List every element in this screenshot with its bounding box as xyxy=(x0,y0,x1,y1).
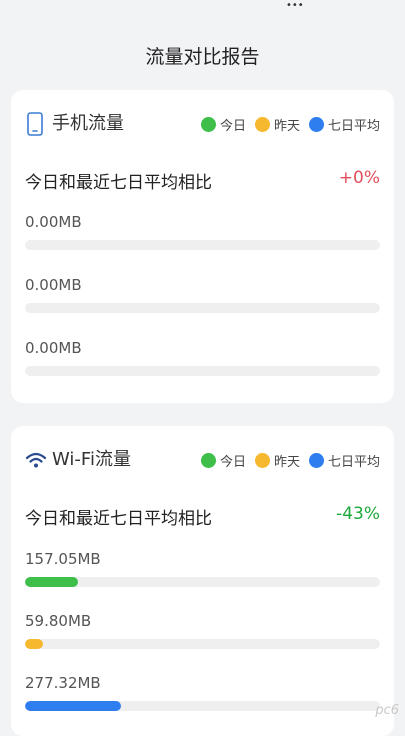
legend-dot-yesterday xyxy=(255,117,270,132)
legend-item-yesterday: 昨天 xyxy=(255,451,300,470)
metric-value: 157.05MB xyxy=(25,550,380,572)
legend-label-week-avg: 七日平均 xyxy=(328,451,380,470)
progress-track xyxy=(25,639,380,649)
metric-value: 0.00MB xyxy=(25,339,380,361)
metric-yesterday: 0.00MB xyxy=(25,276,380,298)
metric-week-avg: 0.00MB xyxy=(25,339,380,361)
legend-label-today: 今日 xyxy=(220,115,246,134)
legend-label-yesterday: 昨天 xyxy=(274,451,300,470)
legend-dot-week-avg xyxy=(309,453,324,468)
legend-item-today: 今日 xyxy=(201,451,246,470)
legend: 今日 昨天 七日平均 xyxy=(192,115,380,133)
progress-track xyxy=(25,577,380,587)
progress-track xyxy=(25,303,380,313)
progress-fill xyxy=(25,701,121,711)
metric-value: 59.80MB xyxy=(25,612,380,634)
watermark: pc6 xyxy=(375,703,399,718)
metric-today: 157.05MB xyxy=(25,550,380,572)
compare-label: 今日和最近七日平均相比 xyxy=(25,168,212,193)
top-bar: ••• 流量对比报告 xyxy=(0,0,405,86)
metric-week-avg: 277.32MB xyxy=(25,674,380,696)
wifi-traffic-card[interactable]: Wi-Fi流量 今日 昨天 七日平均 今日和最近七日平均相比 -43% 157.… xyxy=(11,426,394,736)
compare-label: 今日和最近七日平均相比 xyxy=(25,504,212,529)
progress-fill xyxy=(25,639,43,649)
legend-dot-yesterday xyxy=(255,453,270,468)
phone-icon xyxy=(25,112,45,136)
metric-today: 0.00MB xyxy=(25,213,380,235)
legend: 今日 昨天 七日平均 xyxy=(192,451,380,469)
compare-row: 今日和最近七日平均相比 +0% xyxy=(25,168,380,192)
progress-track xyxy=(25,701,380,711)
metric-value: 277.32MB xyxy=(25,674,380,696)
progress-track xyxy=(25,366,380,376)
legend-label-yesterday: 昨天 xyxy=(274,115,300,134)
legend-label-week-avg: 七日平均 xyxy=(328,115,380,134)
metric-value: 0.00MB xyxy=(25,276,380,298)
metric-yesterday: 59.80MB xyxy=(25,612,380,634)
wifi-icon xyxy=(25,448,45,472)
legend-label-today: 今日 xyxy=(220,451,246,470)
metric-value: 0.00MB xyxy=(25,213,380,235)
page-title: 流量对比报告 xyxy=(0,42,405,69)
legend-item-yesterday: 昨天 xyxy=(255,115,300,134)
card-header: Wi-Fi流量 今日 昨天 七日平均 xyxy=(25,448,380,472)
legend-dot-today xyxy=(201,453,216,468)
compare-value: -43% xyxy=(336,504,380,524)
legend-dot-today xyxy=(201,117,216,132)
card-header: 手机流量 今日 昨天 七日平均 xyxy=(25,112,380,136)
progress-fill xyxy=(25,577,78,587)
status-bar-fragment: ••• xyxy=(286,0,326,4)
compare-row: 今日和最近七日平均相比 -43% xyxy=(25,504,380,528)
card-title: 手机流量 xyxy=(52,112,124,136)
compare-value: +0% xyxy=(339,168,380,188)
legend-item-week-avg: 七日平均 xyxy=(309,115,380,134)
mobile-traffic-card[interactable]: 手机流量 今日 昨天 七日平均 今日和最近七日平均相比 +0% 0.00MB 0… xyxy=(11,90,394,403)
legend-item-today: 今日 xyxy=(201,115,246,134)
legend-item-week-avg: 七日平均 xyxy=(309,451,380,470)
legend-dot-week-avg xyxy=(309,117,324,132)
card-title: Wi-Fi流量 xyxy=(52,448,131,472)
progress-track xyxy=(25,240,380,250)
